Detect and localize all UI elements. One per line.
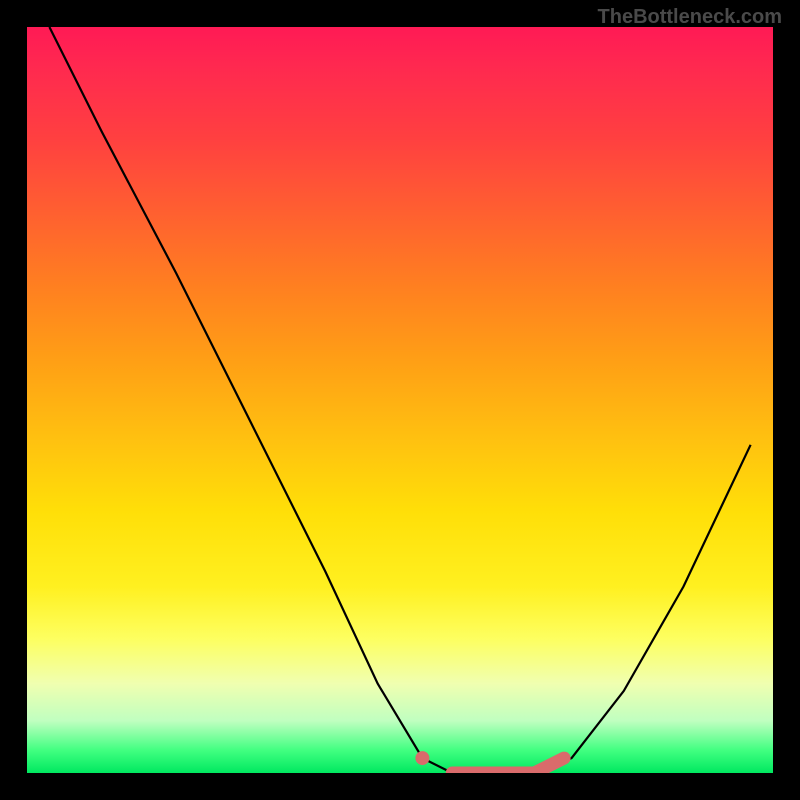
optimal-start-dot bbox=[415, 751, 429, 765]
optimal-range-highlight bbox=[452, 758, 564, 773]
chart-svg bbox=[27, 27, 773, 773]
chart-container bbox=[27, 27, 773, 773]
watermark-text: TheBottleneck.com bbox=[598, 6, 782, 29]
bottleneck-curve-line bbox=[49, 27, 750, 773]
